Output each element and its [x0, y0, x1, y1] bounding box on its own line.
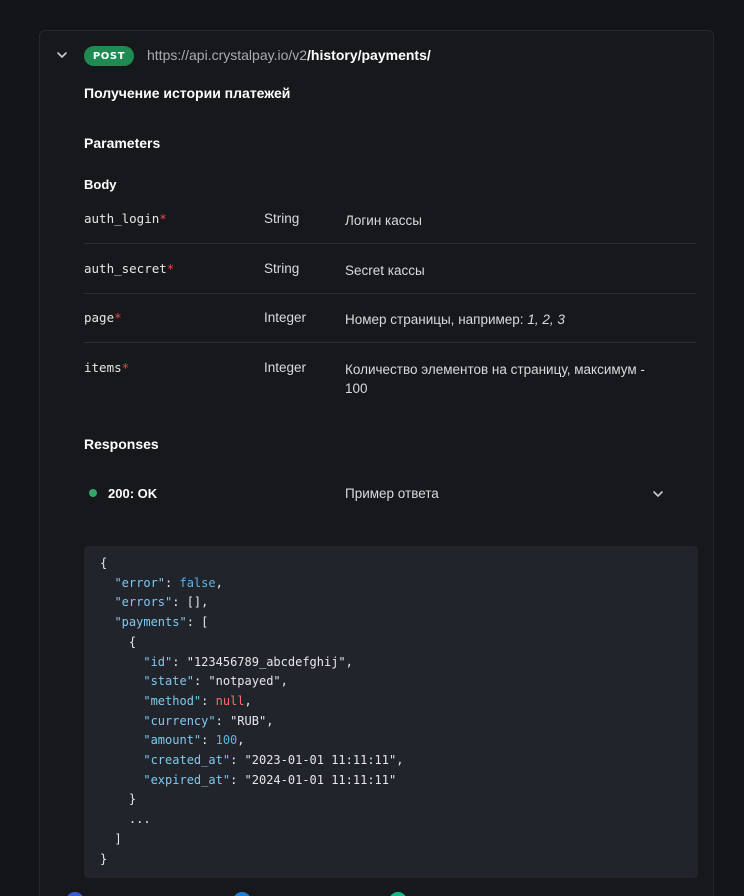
param-name: auth_secret*: [84, 261, 175, 276]
code-line: }: [100, 792, 137, 807]
code-line: }: [100, 851, 108, 866]
code-line: ...: [100, 812, 151, 827]
url-path: /history/payments/: [307, 47, 431, 63]
parameters-heading: Parameters: [84, 135, 161, 151]
param-type: Integer: [264, 360, 307, 375]
response-status[interactable]: 200: OK: [108, 486, 157, 501]
code-line: "id": "123456789_abcdefghij",: [143, 654, 353, 669]
param-row: page* Integer Номер страницы, например: …: [84, 310, 696, 343]
code-line: "state": "notpayed",: [143, 674, 288, 689]
param-type: Integer: [264, 310, 307, 325]
code-line: {: [100, 556, 108, 570]
param-description: Secret кассы: [345, 263, 425, 278]
response-json: { "error": false, "errors": [], "payment…: [100, 554, 403, 869]
code-line: "error": false,: [114, 575, 223, 590]
chevron-down-icon[interactable]: [55, 48, 69, 62]
endpoint-url[interactable]: https://api.crystalpay.io/v2/history/pay…: [147, 47, 431, 63]
param-row: auth_login* String Логин кассы: [84, 211, 696, 244]
code-line: {: [100, 634, 137, 649]
code-line: "created_at": "2023-01-01 11:11:11",: [143, 753, 404, 768]
responses-heading: Responses: [84, 436, 159, 452]
param-type: String: [264, 211, 300, 226]
param-name: items*: [84, 360, 130, 375]
param-name: auth_login*: [84, 211, 167, 226]
code-line: "payments": [: [114, 615, 209, 630]
param-type: String: [264, 261, 300, 276]
url-base: https://api.crystalpay.io/v2: [147, 47, 308, 63]
code-line: "method": null,: [143, 693, 252, 708]
required-marker: *: [121, 360, 130, 375]
param-row: auth_secret* String Secret кассы: [84, 261, 696, 294]
status-dot-icon: [89, 489, 97, 497]
param-row: items* Integer Количество элементов на с…: [84, 360, 696, 400]
code-line: "expired_at": "2024-01-01 11:11:11": [143, 772, 397, 787]
example-label[interactable]: Пример ответа: [345, 486, 439, 501]
body-heading: Body: [84, 177, 117, 192]
required-marker: *: [166, 261, 175, 276]
param-name: page*: [84, 310, 122, 325]
endpoint-title: Получение истории платежей: [84, 85, 291, 101]
code-line: "errors": [],: [114, 595, 209, 610]
param-examples: 1, 2, 3: [527, 312, 565, 327]
param-description: Логин кассы: [345, 213, 422, 228]
param-description: Количество элементов на страницу, максим…: [345, 362, 645, 396]
code-line: "amount": 100,: [143, 733, 245, 748]
required-marker: *: [114, 310, 122, 325]
code-block: { "error": false, "errors": [], "payment…: [84, 546, 698, 878]
code-line: "currency": "RUB",: [143, 713, 274, 728]
required-marker: *: [159, 211, 167, 226]
method-badge: POST: [84, 46, 134, 66]
param-description: Номер страницы, например: 1, 2, 3: [345, 312, 565, 327]
chevron-down-icon[interactable]: [651, 487, 665, 501]
code-line: ]: [100, 831, 122, 846]
